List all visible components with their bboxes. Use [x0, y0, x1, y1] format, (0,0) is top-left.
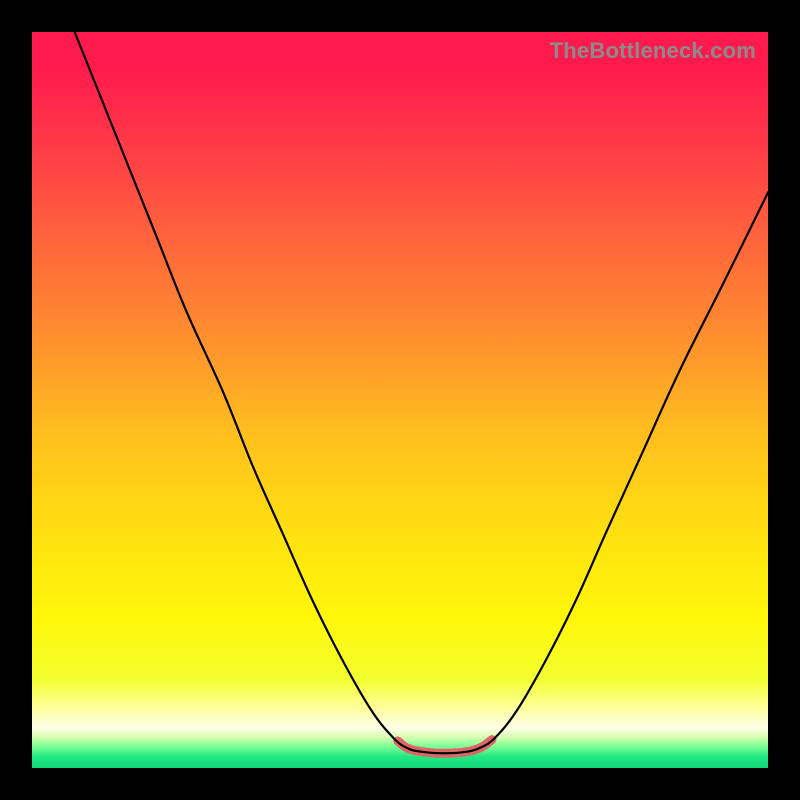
bottleneck-curve — [32, 32, 768, 768]
chart-frame: TheBottleneck.com — [0, 0, 800, 800]
optimal-range-highlight — [398, 740, 492, 754]
plot-area: TheBottleneck.com — [32, 32, 768, 768]
watermark-text: TheBottleneck.com — [550, 38, 756, 64]
curve-line — [75, 32, 768, 753]
